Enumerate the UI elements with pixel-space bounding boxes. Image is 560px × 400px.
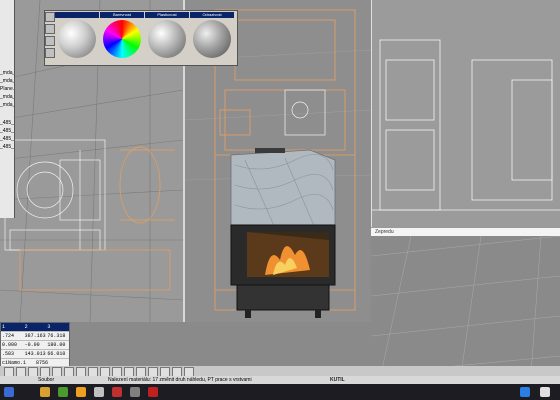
coord-cell[interactable]: .724 (1, 332, 24, 340)
coord-cell[interactable]: .583 (1, 350, 24, 358)
tool-row (0, 366, 560, 377)
chrome-icon[interactable] (58, 387, 68, 397)
material-tool-icon[interactable] (45, 48, 55, 58)
material-slot[interactable]: Plasticnost (145, 12, 189, 64)
scene-list-item[interactable]: _485_ (0, 120, 14, 128)
coord-header: 2 (24, 324, 28, 330)
material-slot-label: Barevnost (100, 12, 144, 18)
coord-cell[interactable]: 143.013 (24, 350, 47, 358)
status-bar: Soubor Nalezení materiálu: 17 změnit dru… (0, 376, 560, 384)
scene-list-item[interactable]: _mda_ (0, 102, 14, 110)
coord-header: 1 (2, 324, 6, 330)
scene-list-item[interactable]: Plane.1 (0, 86, 14, 94)
material-tool-icon[interactable] (45, 12, 55, 22)
coord-header: 3 (47, 324, 51, 330)
system-tray-icon[interactable] (520, 387, 530, 397)
acrobat-icon[interactable] (112, 387, 122, 397)
material-tools (44, 10, 55, 64)
firefox-icon[interactable] (76, 387, 86, 397)
coord-cell[interactable]: 180.00 (46, 341, 69, 349)
material-slot-label: Odrazivost (190, 12, 234, 18)
coord-cell[interactable]: 0.000 (1, 341, 24, 349)
material-slot-label (55, 12, 99, 18)
file-menu[interactable]: Soubor (38, 376, 68, 384)
coordinates-panel: 1 2 3 .724 387.163 76.318 0.000 -0.00 18… (0, 322, 70, 368)
material-slot[interactable] (55, 12, 99, 64)
scene-list-item[interactable]: _mda_ (0, 94, 14, 102)
scene-list-item[interactable]: _485_ (0, 128, 14, 136)
folder-icon[interactable] (40, 387, 50, 397)
material-preview-sphere[interactable] (193, 20, 231, 58)
material-tool-icon[interactable] (45, 24, 55, 34)
material-slot-label: Plasticnost (145, 12, 189, 18)
coord-cell[interactable]: -0.00 (24, 341, 47, 349)
system-tray-icon[interactable] (540, 387, 550, 397)
color-wheel[interactable] (103, 20, 141, 58)
brand-label: KUTIL (330, 377, 345, 383)
fireplace-firebox (230, 224, 336, 318)
material-preview-sphere[interactable] (148, 20, 186, 58)
material-slot[interactable]: Odrazivost (190, 12, 234, 64)
scene-list-item[interactable]: _mda_ (0, 70, 14, 78)
windows-taskbar (0, 384, 560, 400)
app-icon[interactable] (130, 387, 140, 397)
coord-cell[interactable]: 387.163 (24, 332, 47, 340)
fireplace-stone-cladding (230, 148, 336, 231)
coord-cell[interactable]: 76.318 (46, 332, 69, 340)
start-icon[interactable] (4, 387, 14, 397)
status-message: Nalezení materiálu: 17 změnit druh náhle… (108, 377, 252, 383)
material-preview-sphere[interactable] (58, 20, 96, 58)
scene-list-item[interactable]: _mda_ (0, 78, 14, 86)
coord-cell[interactable]: 66.010 (46, 350, 69, 358)
app-icon[interactable] (148, 387, 158, 397)
right-viewport-title: Zepredu (371, 227, 560, 236)
scene-list-item[interactable]: _485_ (0, 136, 14, 144)
material-palette: Barevnost Plasticnost Odrazivost (44, 10, 238, 66)
scene-list-item[interactable]: _485_ (0, 144, 14, 152)
material-tool-icon[interactable] (45, 36, 55, 46)
app-icon[interactable] (94, 387, 104, 397)
right-viewport[interactable] (371, 0, 560, 236)
bottom-viewport[interactable] (371, 236, 560, 374)
material-slot[interactable]: Barevnost (100, 12, 144, 64)
scene-list-panel[interactable]: _mda_ _mda_ Plane.1 _mda_ _mda_ _485_ _4… (0, 0, 15, 218)
